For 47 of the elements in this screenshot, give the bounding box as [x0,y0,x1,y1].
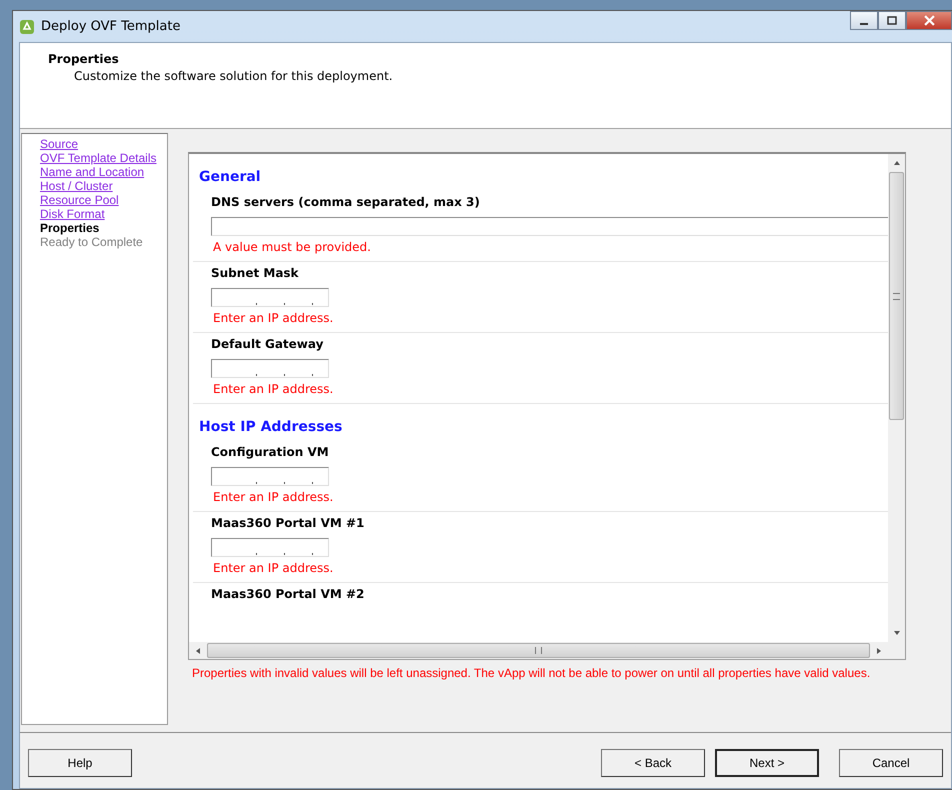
back-button[interactable]: < Back [601,748,705,776]
error-message: Enter an IP address. [212,382,334,398]
cancel-button[interactable]: Cancel [839,748,943,776]
section-heading: General [198,168,262,187]
maximize-button[interactable] [878,11,906,30]
page-title: Properties [48,52,120,66]
ip-address-field[interactable] [211,359,329,378]
next-button[interactable]: Next > [715,748,819,776]
window-title: Deploy OVF Template [41,19,180,34]
error-message: Enter an IP address. [212,561,334,577]
app-icon [19,18,35,34]
step-item[interactable]: Host / Cluster [40,179,113,193]
page-subtitle: Customize the software solution for this deployment. [73,69,394,83]
ip-address-field[interactable] [211,288,329,307]
close-button[interactable] [906,11,952,30]
step-item[interactable]: Source [40,137,78,151]
scroll-down-arrow-icon[interactable] [892,629,900,637]
close-icon [924,15,934,26]
step-item[interactable]: Resource Pool [40,193,119,207]
error-message: Enter an IP address. [212,490,334,506]
error-message: Enter an IP address. [212,311,334,327]
property-label: DNS servers (comma separated, max 3) [211,195,480,211]
scroll-left-arrow-icon[interactable] [194,646,202,654]
property-label: Maas360 Portal VM #2 [211,587,364,603]
property-label: Configuration VM [211,445,329,461]
minimize-button[interactable] [850,11,878,30]
scroll-right-arrow-icon[interactable] [875,646,883,654]
minimize-icon [860,22,868,24]
step-item: Properties [40,221,100,235]
maximize-icon [887,16,897,26]
input-field[interactable] [211,217,888,236]
vertical-scrollbar[interactable] [888,154,905,642]
error-message: A value must be provided. [212,240,371,256]
help-button[interactable]: Help [28,748,132,776]
validation-message: Properties with invalid values will be left unassigned. The vApp will not be able to power on until all properties have valid values. [191,666,870,680]
step-item[interactable]: Name and Location [40,165,144,179]
step-item[interactable]: OVF Template Details [40,151,156,165]
scroll-up-arrow-icon[interactable] [892,159,900,167]
property-label: Maas360 Portal VM #1 [211,516,364,532]
step-item[interactable]: Disk Format [40,207,105,221]
step-item: Ready to Complete [40,235,143,249]
property-label: Subnet Mask [211,266,299,282]
section-heading: Host IP Addresses [198,418,344,437]
ip-address-field[interactable] [211,538,329,557]
horizontal-scrollbar[interactable] [189,642,905,659]
property-label: Default Gateway [211,337,324,353]
ip-address-field[interactable] [211,467,329,486]
